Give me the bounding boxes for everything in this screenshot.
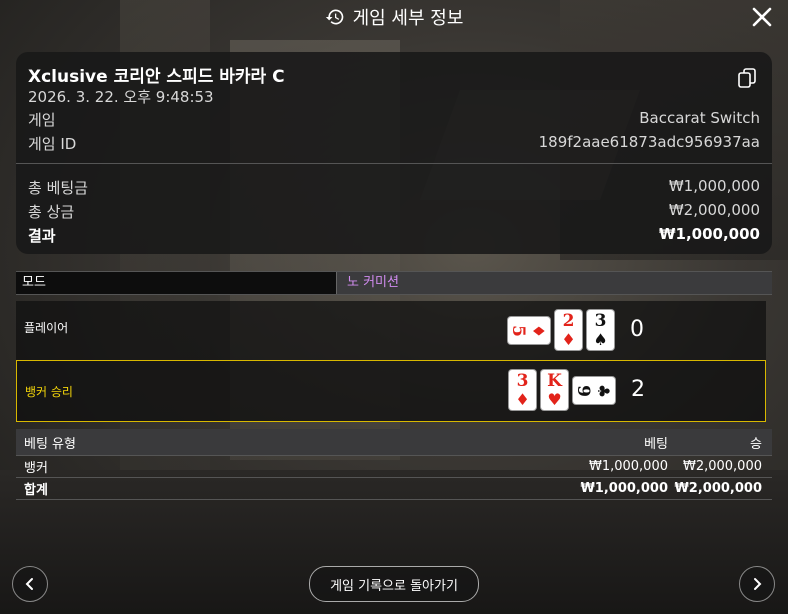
- chevron-right-icon: [754, 578, 762, 590]
- card-suit: ♣: [593, 383, 613, 399]
- game-id-row: 게임 ID 189f2aae61873adc956937aa: [28, 133, 760, 154]
- bet-amount-cell: ₩1,000,000: [588, 459, 668, 474]
- card-suit: ♦: [515, 390, 530, 409]
- card-rank: 9: [572, 385, 593, 397]
- game-summary-card: Xclusive 코리안 스피드 바카라 C 2026. 3. 22. 오후 9…: [16, 52, 772, 254]
- next-game-button[interactable]: [739, 566, 775, 602]
- divider: [16, 163, 772, 164]
- card-rank: 3: [516, 371, 529, 391]
- total-win-value: ₩2,000,000: [668, 201, 760, 219]
- total-win-row: 총 상금 ₩2,000,000: [28, 201, 760, 222]
- win-header: 승: [750, 436, 762, 452]
- bet-type-header: 베팅 유형: [24, 436, 76, 452]
- total-row: 합계 ₩1,000,000 ₩2,000,000: [16, 478, 772, 500]
- game-row: 게임 Baccarat Switch: [28, 109, 760, 130]
- mode-row: 모드 노 커미션: [16, 271, 772, 295]
- back-to-history-button[interactable]: 게임 기록으로 돌아가기: [309, 566, 479, 602]
- card-suit: ♥: [547, 390, 562, 409]
- player-score: 0: [630, 317, 644, 342]
- player-label: 플레이어: [24, 321, 69, 335]
- result-value: ₩1,000,000: [658, 225, 760, 243]
- card-suit: ♦: [561, 330, 576, 349]
- card-rank: 3: [594, 311, 607, 331]
- bets-header: 베팅 유형 베팅 승: [16, 429, 772, 456]
- mode-label: 모드: [16, 272, 336, 294]
- game-value: Baccarat Switch: [639, 109, 760, 127]
- win-amount-cell: ₩2,000,000: [682, 459, 762, 474]
- history-icon: [325, 9, 343, 25]
- bet-header: 베팅: [644, 436, 668, 452]
- total-label: 합계: [24, 483, 48, 498]
- game-id-label: 게임 ID: [28, 135, 77, 153]
- card-rank: 2: [562, 311, 575, 331]
- total-win-amount: ₩2,000,000: [674, 481, 762, 496]
- close-icon[interactable]: [750, 5, 774, 29]
- result-label: 결과: [28, 227, 56, 245]
- banker-cards: 3 ♦ K ♥ 9 ♣: [509, 370, 615, 410]
- player-cards: 5 ♦ 2 ♦ 3 ♠: [508, 310, 614, 350]
- total-bet-label: 총 베팅금: [28, 179, 88, 197]
- game-id-value[interactable]: 189f2aae61873adc956937aa: [539, 133, 760, 154]
- card-rank: 5: [507, 325, 528, 337]
- playing-card: K ♥: [541, 370, 568, 410]
- dialog-header: 게임 세부 정보: [0, 0, 788, 34]
- playing-card: 2 ♦: [555, 310, 582, 350]
- bet-type-cell: 뱅커: [24, 461, 48, 476]
- total-win-label: 총 상금: [28, 203, 75, 221]
- playing-card: 5 ♦: [508, 317, 550, 344]
- mode-value: 노 커미션: [336, 272, 772, 294]
- card-suit: ♦: [528, 323, 548, 339]
- playing-card: 9 ♣: [573, 377, 615, 404]
- copy-icon[interactable]: [738, 68, 756, 88]
- playing-card: 3 ♠: [587, 310, 614, 350]
- previous-game-button[interactable]: [12, 566, 48, 602]
- total-bet-value: ₩1,000,000: [668, 177, 760, 195]
- dialog-title: 게임 세부 정보: [352, 8, 464, 29]
- total-bet-row: 총 베팅금 ₩1,000,000: [28, 177, 760, 198]
- player-hand: 플레이어 5 ♦ 2 ♦ 3 ♠ 0: [16, 301, 766, 361]
- game-label: 게임: [28, 111, 56, 129]
- banker-label: 뱅커 승리: [25, 385, 73, 399]
- table-row: 뱅커 ₩1,000,000 ₩2,000,000: [16, 456, 772, 478]
- bets-table: 베팅 유형 베팅 승 뱅커 ₩1,000,000 ₩2,000,000 합계 ₩…: [16, 429, 772, 500]
- result-row: 결과 ₩1,000,000: [28, 225, 760, 246]
- total-bet-amount: ₩1,000,000: [580, 481, 668, 496]
- playing-card: 3 ♦: [509, 370, 536, 410]
- game-datetime: 2026. 3. 22. 오후 9:48:53: [28, 88, 214, 106]
- card-suit: ♠: [593, 330, 608, 349]
- banker-score: 2: [631, 377, 645, 402]
- chevron-left-icon: [25, 578, 33, 590]
- banker-hand: 뱅커 승리 3 ♦ K ♥ 9 ♣ 2: [16, 360, 766, 422]
- game-name: Xclusive 코리안 스피드 바카라 C: [28, 67, 285, 87]
- card-rank: K: [547, 371, 562, 391]
